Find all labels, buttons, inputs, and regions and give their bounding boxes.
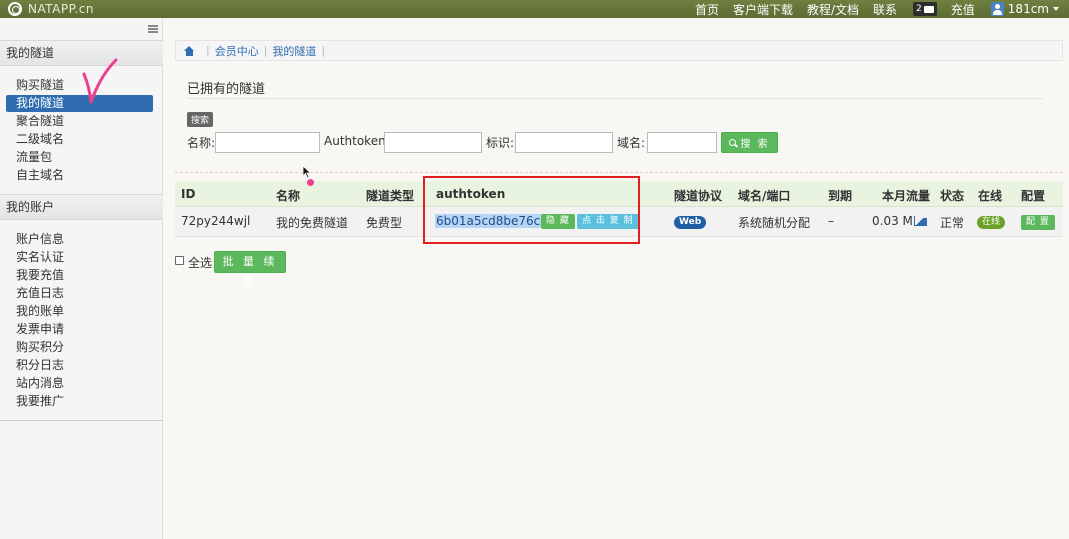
message-count: 2 — [916, 4, 922, 14]
nav-link-contact[interactable]: 联系 — [873, 1, 897, 18]
logo-icon — [8, 2, 22, 16]
user-name[interactable]: 181cm — [1008, 2, 1049, 16]
sidebar-section-account: 我的账户 — [0, 194, 163, 220]
authtoken-highlight-box — [423, 176, 640, 244]
name-label: 名称: — [187, 136, 216, 150]
config-button[interactable]: 配 置 — [1021, 215, 1055, 230]
mail-icon — [923, 5, 934, 13]
search-button[interactable]: 搜 索 — [721, 132, 778, 153]
pointer-dot — [307, 179, 314, 186]
breadcrumb-separator: | — [321, 44, 326, 57]
checkmark-annotation — [82, 58, 118, 104]
protocol-badge: Web — [674, 216, 707, 229]
message-badge[interactable]: 2 — [913, 2, 937, 16]
sidebar-item-promote[interactable]: 我要推广 — [6, 393, 153, 410]
select-all-label[interactable]: 全选 — [188, 254, 212, 271]
breadcrumb-separator: | — [206, 44, 210, 57]
home-icon[interactable] — [184, 45, 195, 56]
search-tag: 搜索 — [187, 112, 214, 127]
id-input[interactable] — [515, 132, 613, 153]
cell-type: 免费型 — [366, 216, 403, 230]
breadcrumb-member-center[interactable]: 会员中心 — [215, 43, 259, 59]
select-all-checkbox[interactable] — [175, 256, 184, 265]
title-divider — [187, 98, 1043, 99]
authtoken-label: Authtoken: — [324, 134, 390, 148]
th-config: 配置 — [1021, 189, 1046, 203]
nav-link-home[interactable]: 首页 — [695, 1, 719, 18]
th-type: 隧道类型 — [366, 189, 415, 203]
th-online: 在线 — [978, 189, 1003, 203]
sidebar-item-buy-tunnel[interactable]: 购买隧道 — [6, 77, 153, 94]
breadcrumb-separator: | — [263, 44, 268, 57]
nav-right: 首页 客户端下载 教程/文档 联系 2 充值 181cm — [681, 0, 1059, 18]
cell-domain: 系统随机分配 — [738, 216, 811, 230]
cell-name: 我的免费隧道 — [276, 216, 349, 230]
batch-renew-button[interactable]: 批 量 续 费 — [214, 251, 286, 288]
breadcrumb: | 会员中心 | 我的隧道 | — [175, 40, 1063, 61]
search-button-label: 搜 索 — [740, 139, 770, 150]
sidebar-item-traffic-pack[interactable]: 流量包 — [6, 149, 153, 166]
id-label: 标识: — [486, 136, 515, 150]
mouse-cursor-icon — [302, 165, 312, 179]
sidebar-item-recharge[interactable]: 我要充值 — [6, 267, 153, 284]
sidebar-item-bills[interactable]: 我的账单 — [6, 303, 153, 320]
breadcrumb-my-tunnels[interactable]: 我的隧道 — [272, 43, 316, 59]
user-icon[interactable] — [990, 2, 1004, 16]
th-traffic: 本月流量 — [882, 189, 931, 203]
traffic-chart-icon[interactable] — [914, 216, 927, 226]
nav-link-recharge[interactable]: 充值 — [951, 1, 975, 18]
domain-label: 域名: — [617, 136, 646, 150]
online-badge: 在线 — [977, 216, 1006, 229]
sidebar-item-aggregate-tunnel[interactable]: 聚合隧道 — [6, 113, 153, 130]
brand-name: NATAPP.cn — [28, 2, 94, 16]
sidebar-item-buy-points[interactable]: 购买积分 — [6, 339, 153, 356]
cell-status: 正常 — [940, 216, 965, 230]
th-status: 状态 — [940, 189, 965, 203]
sidebar-item-account-info[interactable]: 账户信息 — [6, 231, 153, 248]
th-name: 名称 — [276, 189, 301, 203]
sidebar-item-messages[interactable]: 站内消息 — [6, 375, 153, 392]
cell-traffic: 0.03 M — [872, 214, 913, 228]
chevron-down-icon[interactable] — [1053, 7, 1059, 11]
nav-link-download[interactable]: 客户端下载 — [733, 1, 793, 18]
sidebar-item-invoice[interactable]: 发票申请 — [6, 321, 153, 338]
top-navbar: NATAPP.cn 首页 客户端下载 教程/文档 联系 2 充值 181cm — [0, 0, 1069, 18]
sidebar-divider — [0, 420, 163, 421]
sidebar-item-custom-domain[interactable]: 自主域名 — [6, 167, 153, 184]
name-input[interactable] — [215, 132, 320, 153]
cell-id: 72py244wjl — [181, 214, 251, 228]
authtoken-input[interactable] — [384, 132, 482, 153]
cell-expire: – — [828, 214, 834, 228]
th-protocol: 隧道协议 — [674, 189, 723, 203]
sidebar-item-subdomain[interactable]: 二级域名 — [6, 131, 153, 148]
th-id: ID — [181, 187, 196, 201]
domain-input[interactable] — [647, 132, 717, 153]
search-icon — [729, 139, 737, 146]
nav-link-docs[interactable]: 教程/文档 — [807, 1, 859, 18]
menu-collapse-icon[interactable] — [148, 25, 158, 33]
th-expire: 到期 — [828, 189, 853, 203]
page-title: 已拥有的隧道 — [187, 82, 266, 97]
sidebar-item-recharge-log[interactable]: 充值日志 — [6, 285, 153, 302]
sidebar-item-my-tunnels[interactable]: 我的隧道 — [6, 95, 153, 112]
brand[interactable]: NATAPP.cn — [8, 1, 94, 17]
sidebar-item-verification[interactable]: 实名认证 — [6, 249, 153, 266]
sidebar-item-points-log[interactable]: 积分日志 — [6, 357, 153, 374]
th-domain: 域名/端口 — [738, 189, 791, 203]
